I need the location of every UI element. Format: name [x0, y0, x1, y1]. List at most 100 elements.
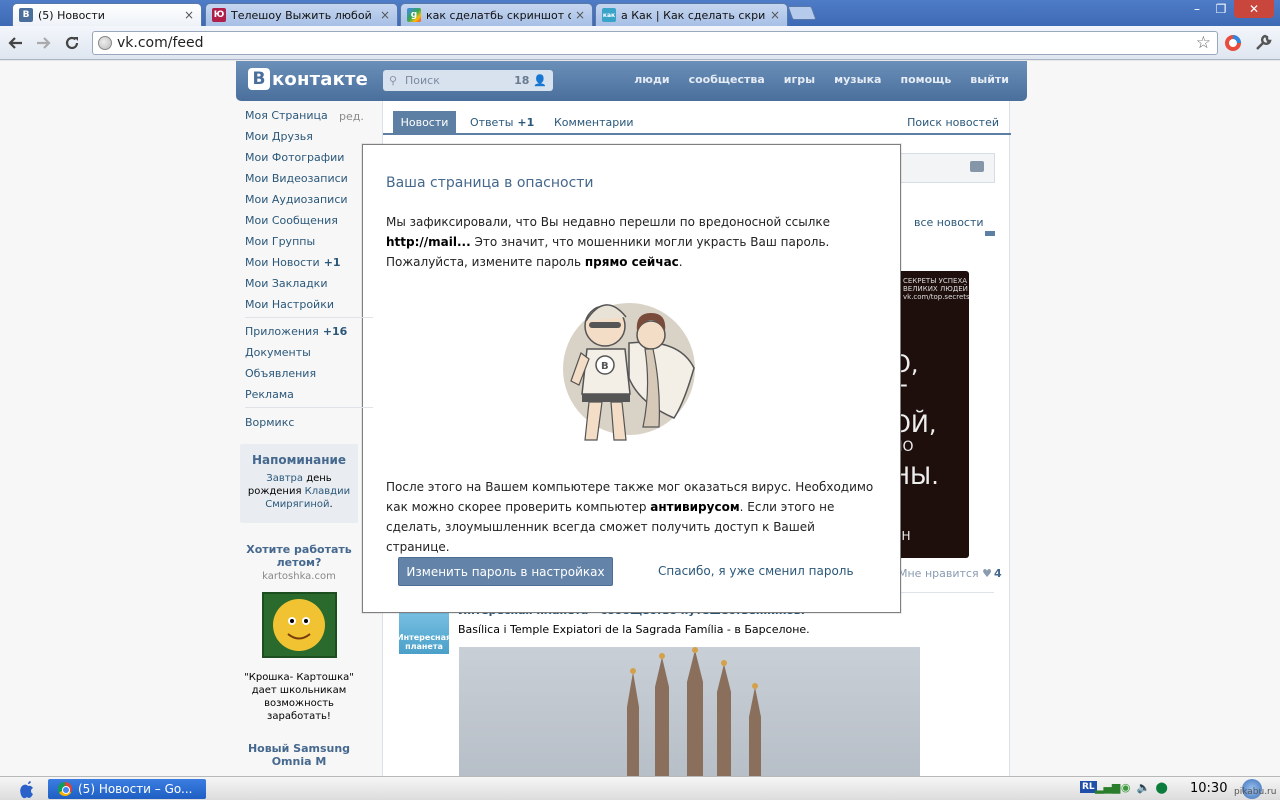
banner-line: ОЙ, — [898, 410, 937, 438]
search-placeholder: Поиск — [405, 74, 440, 87]
vk-header: В контакте ⚲ Поиск 18 👤 люди сообщества … — [236, 61, 1027, 101]
search-news-link[interactable]: Поиск новостей — [907, 116, 999, 129]
reminder-when-link[interactable]: Завтра — [266, 473, 303, 484]
ju-favicon-icon: Ю — [212, 8, 226, 22]
extension-icon[interactable] — [1222, 32, 1244, 54]
reminder-title: Напоминание — [251, 453, 347, 467]
tab-replies[interactable]: Ответы +1 — [470, 116, 534, 129]
window-close-icon[interactable]: ✕ — [1234, 0, 1274, 18]
vk-logo-icon: В — [248, 68, 270, 90]
nav-games[interactable]: игры — [784, 73, 815, 86]
svg-text:В: В — [601, 361, 609, 372]
tab-comments[interactable]: Комментарии — [554, 116, 634, 129]
ad-title-samsung[interactable]: Новый Samsung Omnia M — [240, 742, 358, 768]
tab-marker — [985, 231, 995, 236]
page-info-icon[interactable] — [98, 36, 112, 50]
apple-start-icon[interactable] — [16, 779, 38, 799]
like-button[interactable]: Мне нравится ♥ 4 — [898, 567, 1002, 580]
tab-title: (5) Новости — [38, 8, 105, 22]
already-changed-link[interactable]: Спасибо, я уже сменил пароль — [658, 564, 854, 578]
window-restore-icon[interactable]: ❐ — [1207, 0, 1235, 18]
vk-logo[interactable]: В контакте — [248, 68, 368, 90]
sidebar-item-app-1[interactable]: Приложения +16 — [245, 325, 347, 338]
utorrent-icon[interactable]: ◉ — [1119, 780, 1133, 794]
ad-image-kartoshka[interactable] — [262, 592, 337, 658]
tab-close-icon[interactable]: × — [574, 8, 586, 22]
birthday-reminder: Напоминание Завтра день рождения Клавдии… — [240, 444, 358, 523]
reminder-text: Завтра день рождения Клавдии Смирягиной. — [247, 473, 351, 510]
sidebar-item-8[interactable]: Мои Новости +1 — [245, 256, 341, 269]
antivirus-text: антивирусом — [650, 500, 740, 514]
tab-close-icon[interactable]: × — [769, 8, 781, 22]
nav-communities[interactable]: сообщества — [689, 73, 765, 86]
browser-tab-kak[interactable]: как а Как | Как сделать скрин × — [595, 3, 788, 26]
vk-top-nav: люди сообщества игры музыка помощь выйти — [634, 73, 1009, 86]
tab-title: как сделатбь скриншот с раб — [426, 8, 571, 22]
nav-people[interactable]: люди — [634, 73, 669, 86]
banner-line: ОН — [898, 529, 911, 543]
sidebar-item-vormiks[interactable]: Вормикс — [245, 416, 294, 429]
sidebar-item-2[interactable]: Мои Друзья — [245, 130, 313, 143]
task-title: (5) Новости – Go... — [78, 782, 193, 796]
dialog-paragraph-1: Мы зафиксировали, что Вы недавно перешли… — [386, 215, 831, 269]
sidebar-item-app-4[interactable]: Реклама — [245, 388, 294, 401]
banner-ad[interactable]: СЕКРЕТЫ УСПЕХА ВЕЛИКИХ ЛЮДЕЙ vk.com/top.… — [898, 271, 969, 558]
sidebar-item-6[interactable]: Мои Сообщения — [245, 214, 338, 227]
taskbar-chrome-window[interactable]: (5) Новости – Go... — [48, 779, 206, 799]
wrench-icon[interactable] — [1252, 32, 1274, 54]
nav-help[interactable]: помощь — [900, 73, 951, 86]
url-text: vk.com/feed — [117, 35, 204, 51]
sidebar-item-app-3[interactable]: Объявления — [245, 367, 316, 380]
sidebar-divider — [245, 407, 373, 408]
address-bar-input[interactable]: vk.com/feed ☆ — [92, 31, 1218, 55]
heart-icon: ♥ — [982, 567, 992, 580]
network-icon[interactable]: ▂▄▆ — [1095, 780, 1120, 794]
chrome-icon — [58, 782, 72, 796]
person-icon: 👤 — [533, 74, 547, 87]
volume-icon[interactable]: 🔈 — [1137, 780, 1151, 794]
banner-line: НО — [898, 439, 914, 455]
new-tab-button[interactable] — [787, 6, 817, 20]
vk-search-input[interactable]: ⚲ Поиск 18 👤 — [383, 70, 553, 91]
tab-close-icon[interactable]: × — [379, 8, 391, 22]
tab-news[interactable]: Новости — [393, 111, 456, 134]
nav-music[interactable]: музыка — [834, 73, 881, 86]
post-text: Basílica i Temple Expiatori de la Sagrad… — [458, 623, 810, 636]
browser-tab-google[interactable]: g как сделатбь скриншот с раб × — [400, 3, 593, 26]
camera-icon[interactable] — [970, 161, 984, 172]
sidebar-edit-link[interactable]: ред. — [339, 110, 364, 123]
reload-icon[interactable] — [61, 32, 83, 54]
sidebar-item-4[interactable]: Мои Видеозаписи — [245, 172, 348, 185]
bookmark-star-icon[interactable]: ☆ — [1196, 33, 1211, 53]
nav-logout[interactable]: выйти — [970, 73, 1009, 86]
search-count: 18 👤 — [514, 74, 547, 87]
tab-close-icon[interactable]: × — [183, 8, 195, 22]
superhero-illustration: В — [559, 293, 704, 448]
ad-domain: kartoshka.com — [262, 571, 336, 582]
post-avatar[interactable]: Интересная планета — [397, 606, 451, 654]
change-password-button[interactable]: Изменить пароль в настройках — [398, 557, 613, 586]
browser-tab-vk[interactable]: В (5) Новости × — [12, 3, 202, 26]
forward-arrow-icon[interactable] — [32, 32, 54, 54]
post-photo-sagrada-familia[interactable] — [459, 647, 920, 776]
sidebar-item-app-2[interactable]: Документы — [245, 346, 311, 359]
all-news-link[interactable]: все новости — [914, 216, 984, 229]
browser-tab-telesho[interactable]: Ю Телешоу Выжить любой цено × — [205, 3, 398, 26]
ad-title-kartoshka[interactable]: Хотите работать летом? — [240, 543, 358, 569]
sidebar-item-3[interactable]: Мои Фотографии — [245, 151, 344, 164]
google-favicon-icon: g — [407, 8, 421, 22]
tab-title: а Как | Как сделать скрин — [621, 8, 766, 22]
browser-tabstrip: В (5) Новости × Ю Телешоу Выжить любой ц… — [0, 0, 1280, 26]
search-icon: ⚲ — [389, 74, 398, 87]
sidebar-item-9[interactable]: Мои Закладки — [245, 277, 327, 290]
back-arrow-icon[interactable] — [5, 32, 27, 54]
sidebar-item-10[interactable]: Мои Настройки — [245, 298, 334, 311]
banner-ad-top: СЕКРЕТЫ УСПЕХА ВЕЛИКИХ ЛЮДЕЙ vk.com/top.… — [903, 277, 969, 301]
sidebar-item-7[interactable]: Мои Группы — [245, 235, 315, 248]
banner-line: НЫ. — [898, 462, 939, 490]
security-warning-dialog: Ваша страница в опасности Мы зафиксирова… — [362, 144, 901, 613]
sidebar-item-1[interactable]: Моя Страница — [245, 109, 328, 122]
update-icon[interactable]: ⬤ — [1155, 780, 1169, 794]
banner-line: Т — [898, 380, 907, 408]
sidebar-item-5[interactable]: Мои Аудиозаписи — [245, 193, 348, 206]
